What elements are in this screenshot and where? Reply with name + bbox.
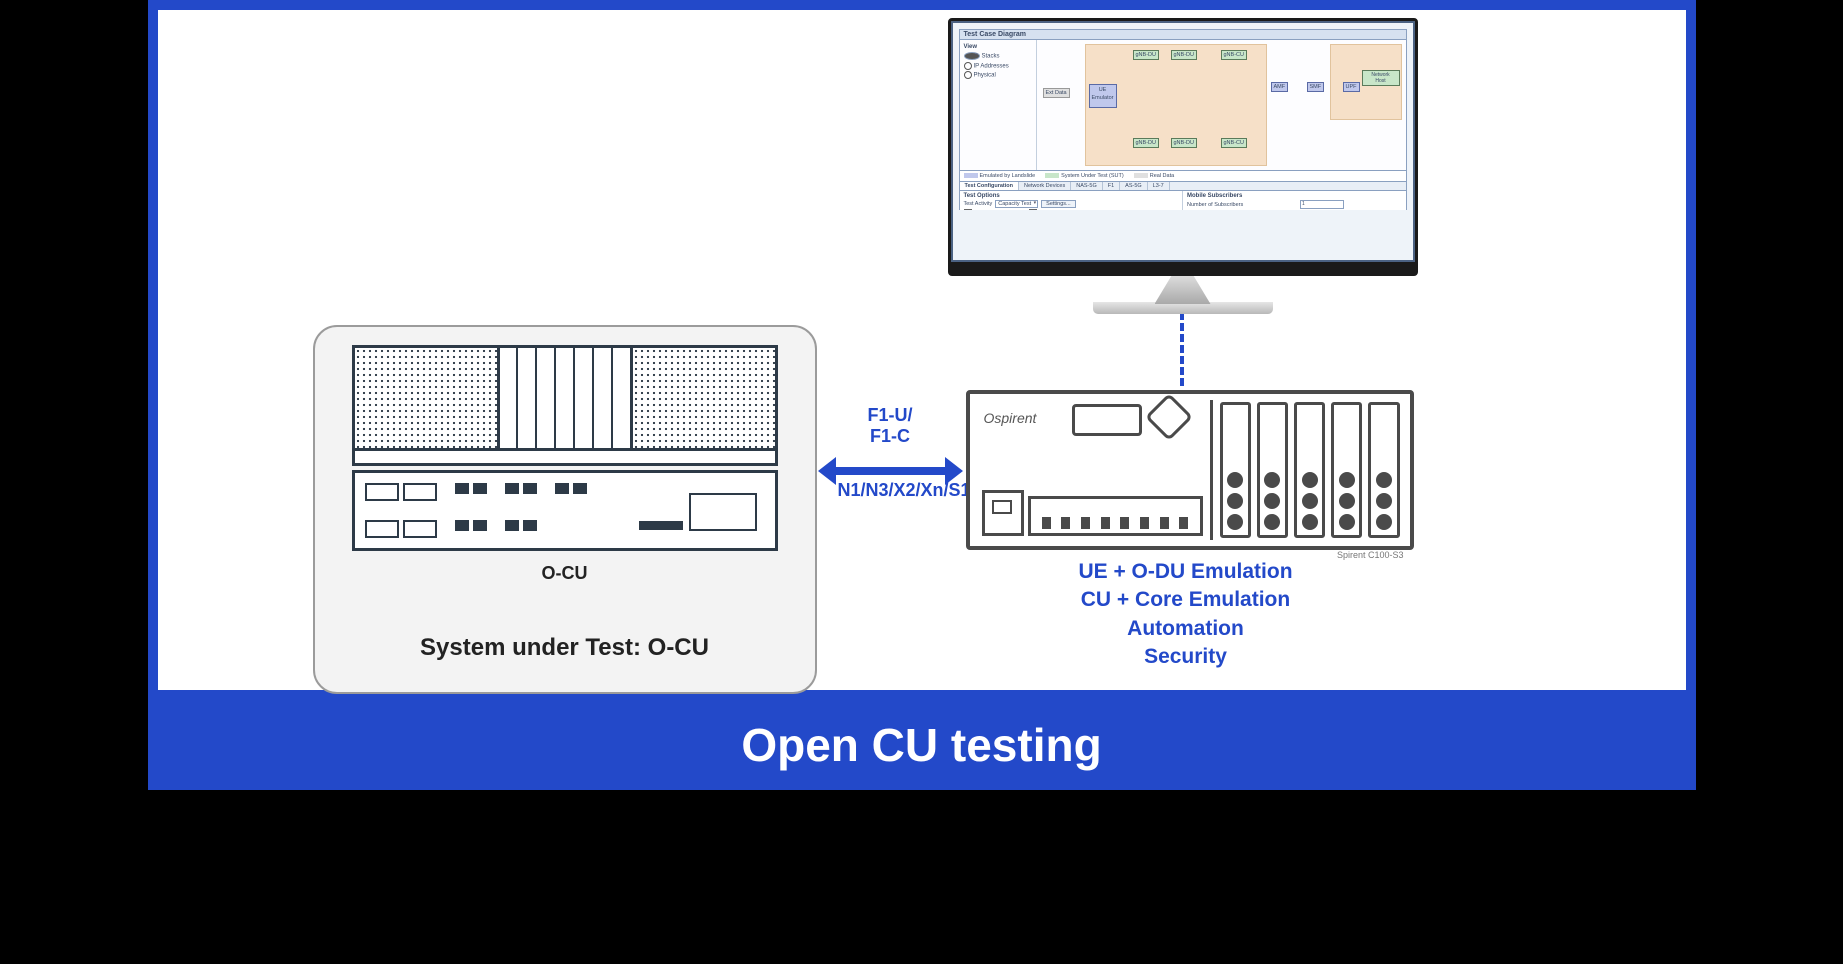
view-panel: View Stacks IP Addresses Physical xyxy=(960,40,1037,170)
node-gnb-du: gNB-DU xyxy=(1171,138,1197,148)
capability-item: UE + O-DU Emulation xyxy=(966,558,1406,586)
diagram-canvas: O-CU System under Test: O-CU F1-U/ F1-C … xyxy=(148,0,1696,700)
external-data-checkbox[interactable] xyxy=(1029,209,1037,211)
tab-nas-5g[interactable]: NAS-5G xyxy=(1071,182,1102,190)
interface-bottom-label: N1/N3/X2/Xn/S1 xyxy=(838,480,943,501)
dashed-connector-icon xyxy=(1180,312,1184,386)
dpad-icon xyxy=(1152,400,1186,434)
interface-top-label: F1-U/ F1-C xyxy=(838,405,943,446)
capability-item: Automation xyxy=(966,615,1406,643)
o-cu-server-icon xyxy=(352,345,778,466)
capability-item: Security xyxy=(966,643,1406,671)
node-smf: SMF xyxy=(1307,82,1325,92)
settings-button[interactable]: Settings... xyxy=(1041,200,1075,208)
capability-item: CU + Core Emulation xyxy=(966,586,1406,614)
tab-as-5g[interactable]: AS-5G xyxy=(1120,182,1148,190)
window-title: Test Case Diagram xyxy=(959,29,1407,40)
test-activity-select[interactable]: Capacity Test xyxy=(995,200,1038,208)
node-gnb-cu: gNB-CU xyxy=(1221,138,1247,148)
config-tabs: Test Configuration Network Devices NAS-5… xyxy=(959,182,1407,191)
test-options-title: Test Options xyxy=(964,193,1179,199)
sut-panel: O-CU System under Test: O-CU xyxy=(313,325,817,694)
diagram-legend: Emulated by Landslide System Under Test … xyxy=(959,171,1407,182)
mobile-subscribers-panel: Mobile Subscribers Number of Subscribers… xyxy=(1183,191,1406,210)
diagram-frame: O-CU System under Test: O-CU F1-U/ F1-C … xyxy=(148,0,1696,790)
sut-caption: System under Test: O-CU xyxy=(420,634,709,662)
spirent-logo: Ospirent xyxy=(984,410,1037,426)
num-subscribers-input[interactable]: 1 xyxy=(1300,200,1344,209)
node-ext-data: Ext Data xyxy=(1043,88,1070,98)
monitor-icon: Test Case Diagram View Stacks IP Address… xyxy=(948,18,1418,314)
node-gnb-du: gNB-DU xyxy=(1133,138,1159,148)
mobile-subs-title: Mobile Subscribers xyxy=(1187,193,1402,199)
landslide-gui: Test Case Diagram View Stacks IP Address… xyxy=(959,29,1407,210)
tab-l3-7[interactable]: L3-7 xyxy=(1148,182,1170,190)
node-upf: UPF xyxy=(1343,82,1360,92)
bidirectional-arrow-icon xyxy=(818,462,963,480)
node-gnb-du: gNB-DU xyxy=(1171,50,1197,60)
tab-network-devices[interactable]: Network Devices xyxy=(1019,182,1071,190)
o-cu-switch-icon xyxy=(352,470,778,551)
diagram-title: Open CU testing xyxy=(148,700,1696,790)
test-options-panel: Test Options Test Activity Capacity Test… xyxy=(960,191,1184,210)
view-heading: View xyxy=(964,43,1032,52)
view-option[interactable]: Stacks xyxy=(964,52,1032,62)
view-option[interactable]: IP Addresses xyxy=(964,62,1032,72)
o-cu-device-label: O-CU xyxy=(542,563,588,584)
capability-list: UE + O-DU Emulation CU + Core Emulation … xyxy=(966,558,1406,671)
data-traffic-checkbox[interactable] xyxy=(964,209,972,211)
topology-diagram: Ext Data UE Emulator gNB-DU gNB-DU gNB-C… xyxy=(1037,40,1406,170)
node-gnb-du: gNB-DU xyxy=(1133,50,1159,60)
test-activity-label: Test Activity xyxy=(964,201,993,207)
num-pdus-select[interactable]: 1 xyxy=(1300,210,1344,211)
interface-labels: F1-U/ F1-C N1/N3/X2/Xn/S1 xyxy=(838,405,943,501)
view-option[interactable]: Physical xyxy=(964,71,1032,81)
node-ue-emulator: UE Emulator xyxy=(1089,84,1117,108)
spirent-appliance-icon: Ospirent Spirent C100-S3 xyxy=(966,390,1414,550)
node-amf: AMF xyxy=(1271,82,1289,92)
node-network-host: Network Host xyxy=(1362,70,1400,86)
node-gnb-cu: gNB-CU xyxy=(1221,50,1247,60)
tab-test-configuration[interactable]: Test Configuration xyxy=(960,182,1019,190)
tab-f1[interactable]: F1 xyxy=(1103,182,1120,190)
